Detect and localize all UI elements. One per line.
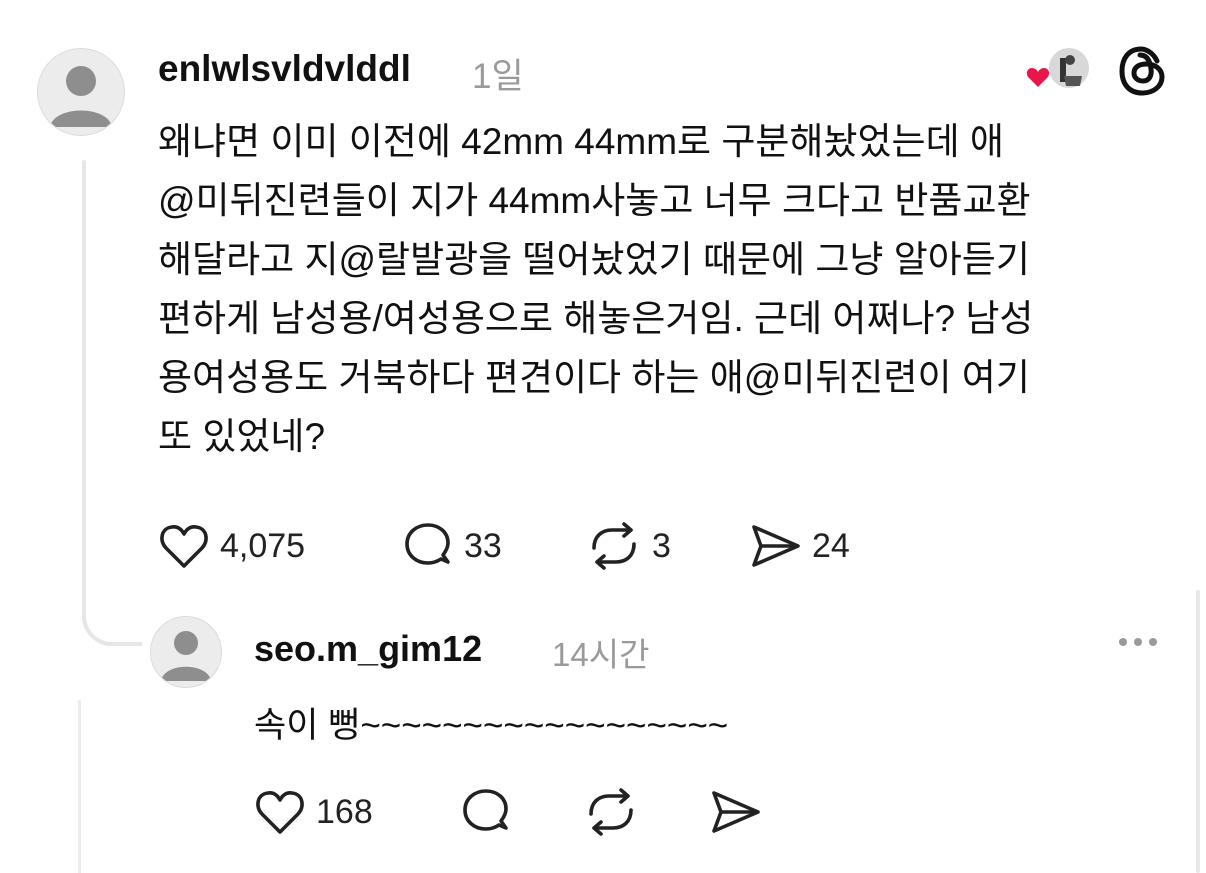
post-text-line: @미뒤진련들이 지가 44mm사놓고 너무 크다고 반품교환 [158, 180, 1031, 221]
reply-username[interactable]: seo.m_gim12 [254, 628, 482, 670]
reply-like-count: 168 [316, 792, 373, 831]
post-time: 1일 [472, 57, 524, 96]
post-like-button[interactable]: 4,075 [158, 522, 305, 570]
post-username[interactable]: enlwlsvldvlddl [158, 48, 411, 90]
reply-body: 속이 뻥~~~~~~~~~~~~~~~~~~ [254, 706, 729, 745]
default-avatar-icon [161, 631, 211, 681]
comment-bubble-icon [405, 523, 450, 565]
reply-like-button[interactable]: 168 [254, 788, 373, 836]
post-repost-button[interactable]: 3 [586, 522, 671, 570]
post-avatar[interactable] [37, 48, 125, 136]
heart-badge-icon [1026, 66, 1050, 90]
post-text-line: 왜냐면 이미 이전에 42mm 44mm로 구분해놨었는데 애 [158, 121, 1004, 162]
send-icon [752, 525, 800, 567]
repost-icon [589, 788, 633, 836]
heart-icon [256, 791, 304, 834]
reply-share-button[interactable] [710, 788, 762, 836]
post-share-button[interactable]: 24 [750, 522, 850, 570]
reply-time: 14시간 [552, 636, 650, 673]
send-icon [712, 791, 760, 833]
more-dots-icon[interactable] [1119, 638, 1157, 646]
thread-connector-line-lower [78, 700, 81, 873]
default-avatar-icon [50, 66, 112, 127]
thread-connector-line [82, 160, 86, 600]
post-text-line: 편하게 남성용/여성용으로 해놓은거임. 근데 어쩌나? 남성 [158, 298, 1034, 339]
post-comment-count: 33 [464, 526, 502, 565]
comment-bubble-icon [463, 789, 508, 831]
post-text-line: 해달라고 지@랄발광을 떨어놨었기 때문에 그냥 알아듣기 [158, 239, 1030, 280]
scrollbar[interactable] [1196, 590, 1200, 873]
reply-comment-button[interactable] [460, 788, 512, 836]
reply-avatar[interactable] [150, 616, 222, 688]
post-text-line: 또 있었네? [158, 416, 326, 457]
repost-icon [592, 522, 636, 570]
post-comment-button[interactable]: 33 [402, 522, 502, 570]
liked-by-avatar[interactable] [1024, 46, 1094, 94]
thread-connector-curve [82, 576, 142, 646]
threads-logo-icon[interactable] [1117, 45, 1167, 97]
post-repost-count: 3 [652, 526, 671, 565]
heart-icon [160, 525, 208, 568]
post-share-count: 24 [812, 526, 850, 565]
post-like-count: 4,075 [220, 526, 306, 565]
reply-repost-button[interactable] [583, 788, 639, 836]
post-text-line: 용여성용도 거북하다 편견이다 하는 애@미뒤진련이 여기 [158, 357, 1030, 398]
post-body: 왜냐면 이미 이전에 42mm 44mm로 구분해놨었는데 애 @미뒤진련들이 … [158, 112, 1168, 466]
